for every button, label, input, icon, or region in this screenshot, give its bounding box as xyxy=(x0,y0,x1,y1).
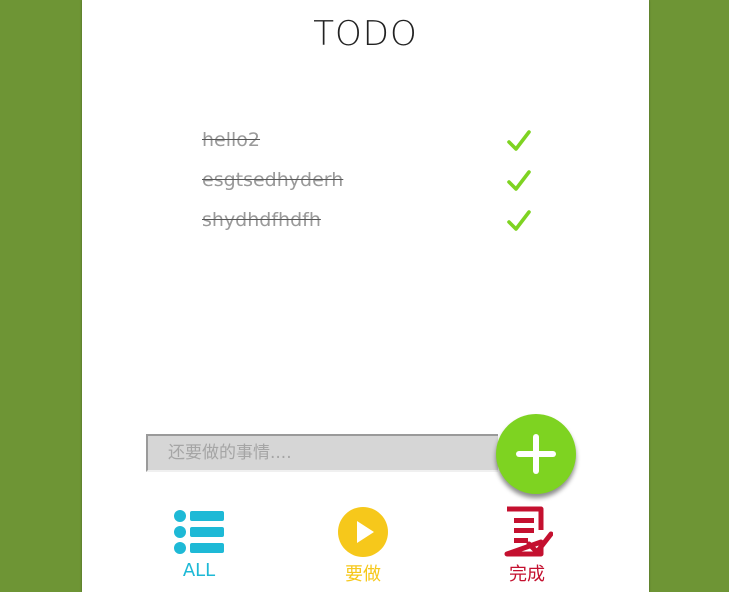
page-title: TODO xyxy=(313,14,418,54)
check-icon[interactable] xyxy=(506,168,532,194)
list-icon xyxy=(174,510,224,554)
nav-all[interactable]: ALL xyxy=(154,506,244,581)
new-task-field xyxy=(146,434,498,472)
task-text: shydhdfhdfh xyxy=(202,209,321,231)
task-item[interactable]: shydhdfhdfh xyxy=(202,204,532,244)
task-item[interactable]: esgtsedhyderh xyxy=(202,164,532,204)
task-list: hello2 esgtsedhyderh shydhdfhdfh xyxy=(202,124,532,244)
task-item[interactable]: hello2 xyxy=(202,124,532,164)
check-icon[interactable] xyxy=(506,208,532,234)
nav-all-label: ALL xyxy=(182,560,216,581)
document-check-icon xyxy=(504,506,553,557)
play-icon xyxy=(338,507,388,557)
add-task-button[interactable] xyxy=(496,414,576,494)
nav-todo-label: 要做 xyxy=(345,564,381,585)
app-panel: TODO hello2 esgtsedhyderh shydhdfhdfh 还要… xyxy=(82,0,649,592)
nav-done[interactable]: 完成 xyxy=(482,506,572,586)
task-text: hello2 xyxy=(202,129,261,151)
new-task-input[interactable] xyxy=(148,436,498,470)
task-text: esgtsedhyderh xyxy=(202,169,344,191)
nav-done-label: 完成 xyxy=(509,564,545,585)
check-icon[interactable] xyxy=(506,128,532,154)
plus-icon xyxy=(516,434,556,474)
nav-todo[interactable]: 要做 xyxy=(318,506,408,586)
